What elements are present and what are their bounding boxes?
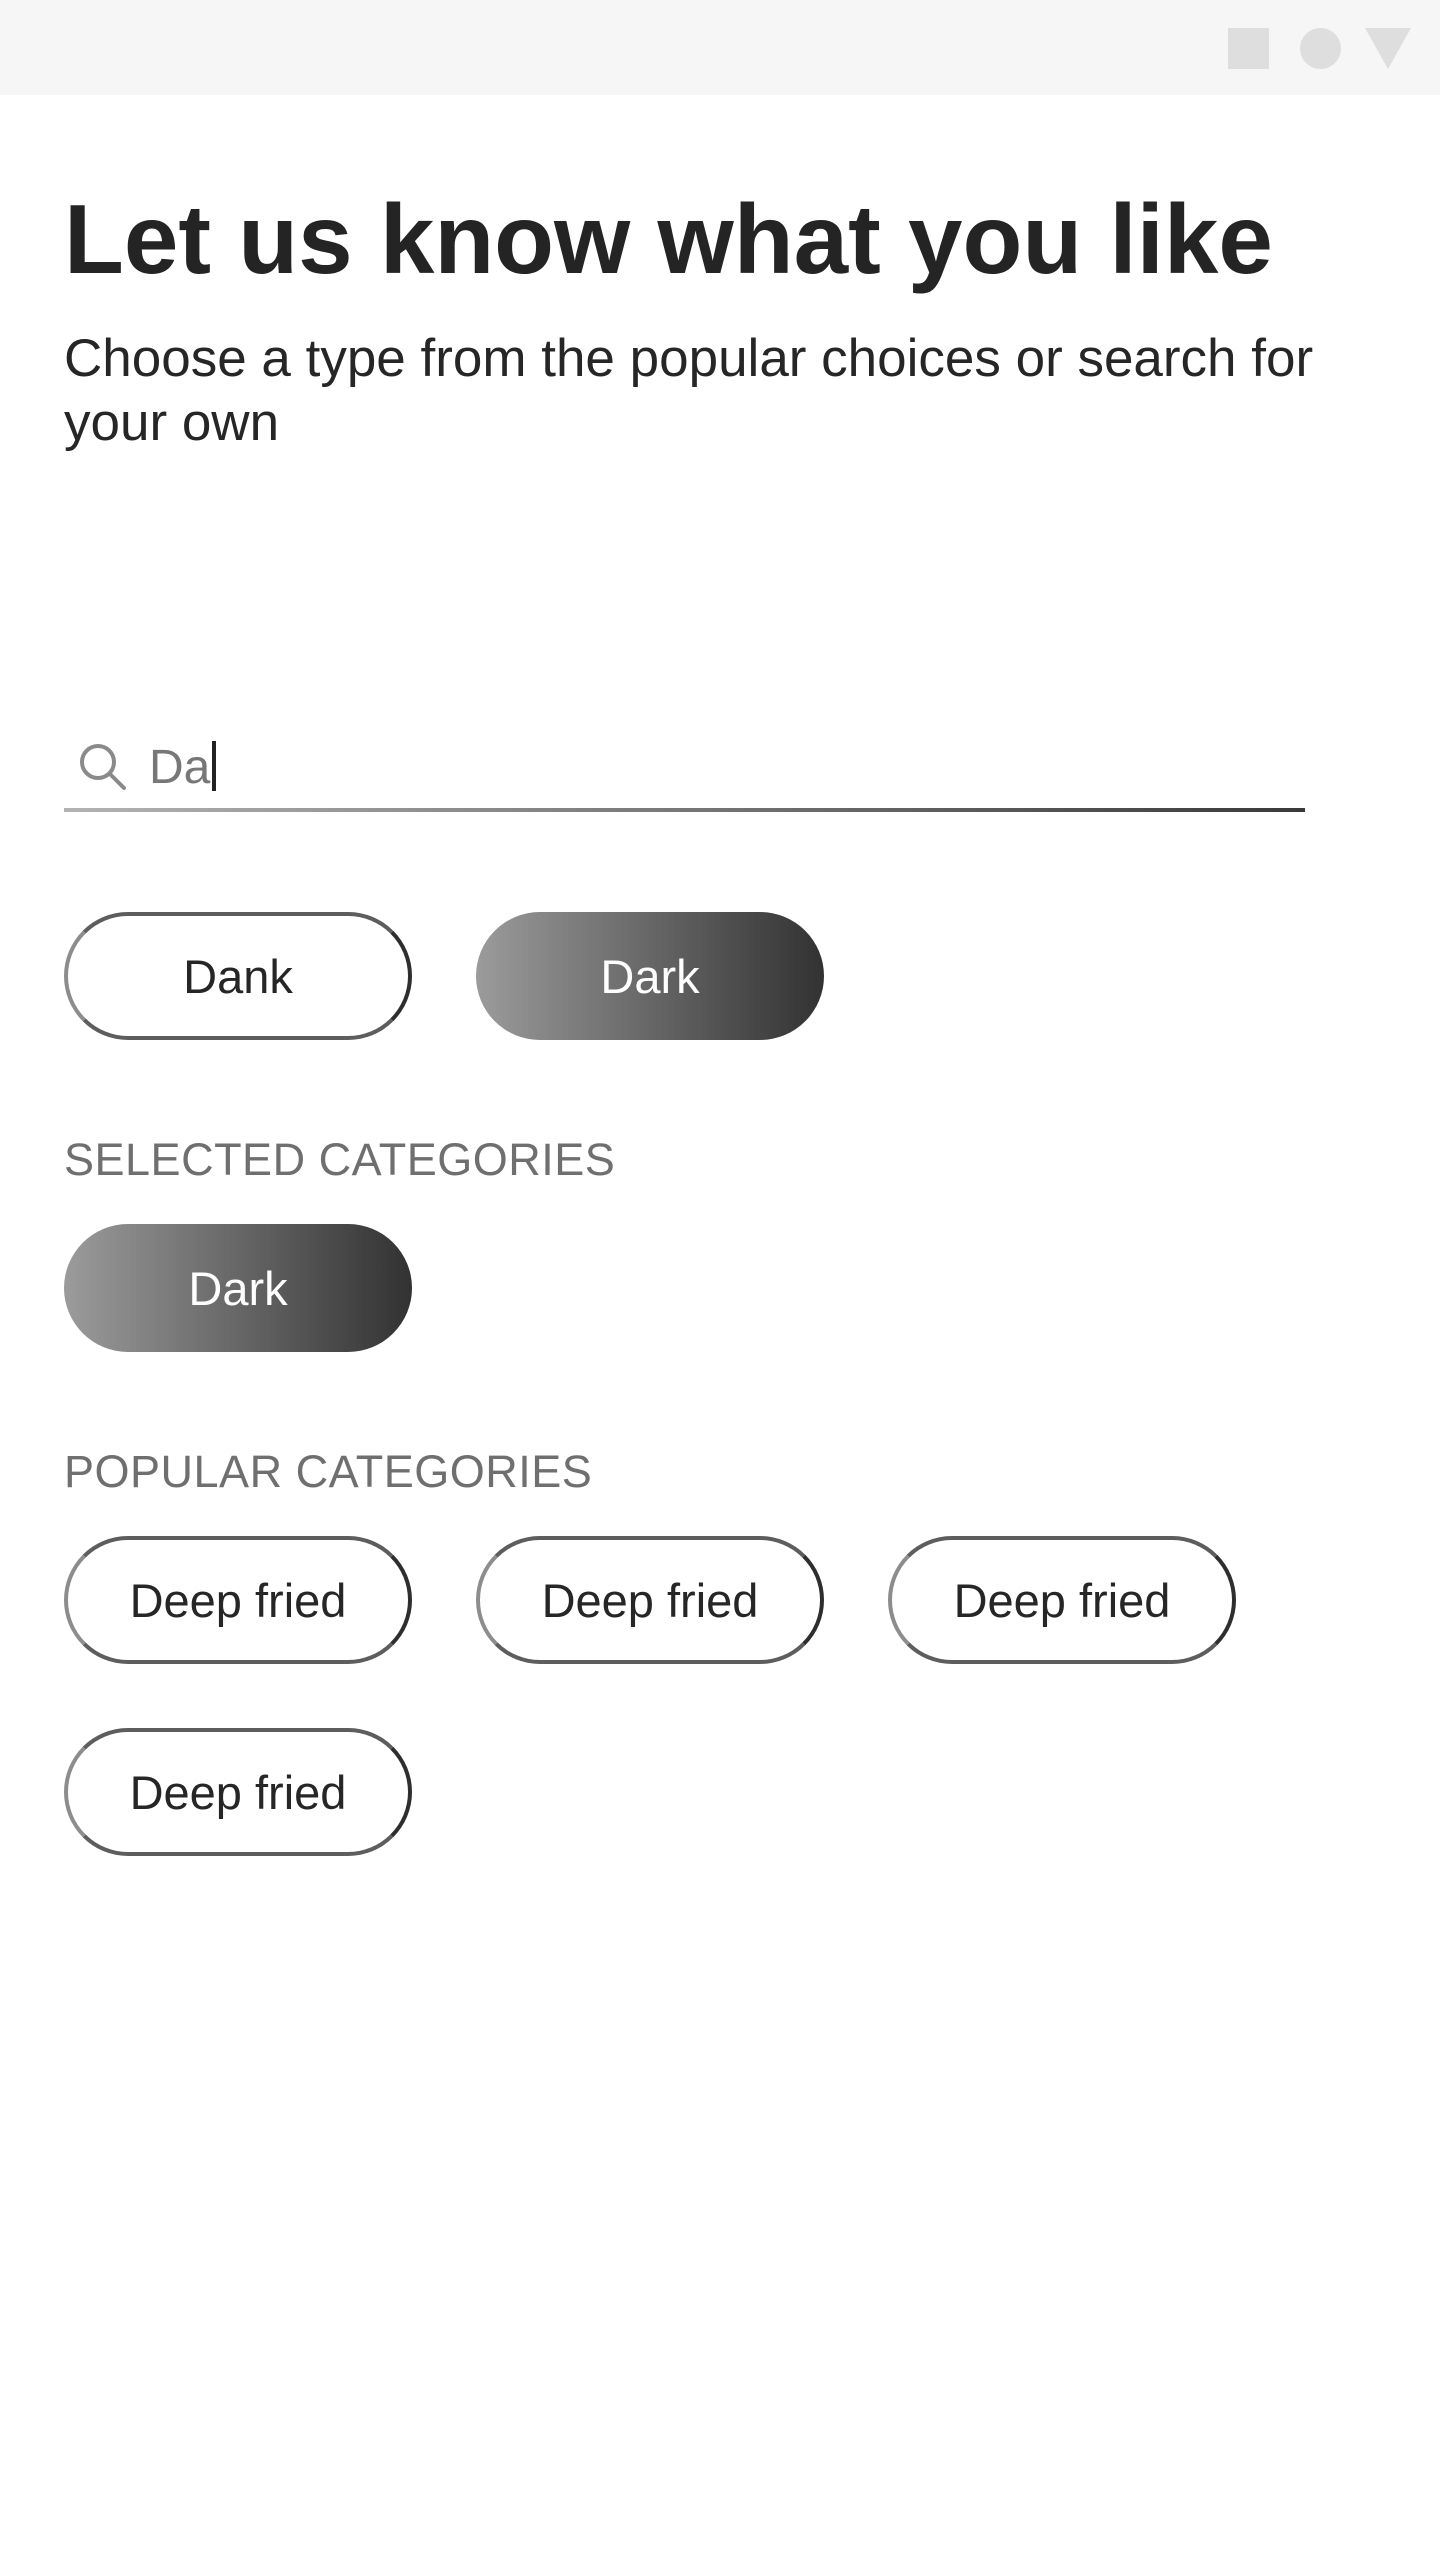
search-input-value: Da (149, 741, 211, 794)
chip-label: Deep fried (129, 1573, 347, 1627)
status-bar (0, 0, 1440, 95)
suggestion-chip-dark[interactable]: Dark (476, 912, 824, 1040)
chip-label: Dank (183, 949, 293, 1003)
search-field[interactable]: Da (64, 720, 1305, 812)
square-icon (1228, 28, 1269, 69)
selected-chip-dark[interactable]: Dark (64, 1224, 412, 1352)
text-caret (212, 741, 217, 791)
popular-chip[interactable]: Deep fried (476, 1536, 824, 1664)
chip-label: Deep fried (953, 1573, 1171, 1627)
chip-label: Deep fried (129, 1765, 347, 1819)
popular-chip[interactable]: Deep fried (64, 1536, 412, 1664)
search-underline (64, 808, 1305, 812)
search-input[interactable]: Da (149, 740, 217, 796)
suggestion-chip-dank[interactable]: Dank (64, 912, 412, 1040)
circle-icon (1300, 28, 1341, 69)
popular-chip[interactable]: Deep fried (64, 1728, 412, 1856)
page-subtitle: Choose a type from the popular choices o… (64, 329, 1314, 452)
triangle-icon (1365, 28, 1411, 69)
popular-categories-heading: POPULAR CATEGORIES (64, 1446, 593, 1497)
chip-label: Dark (188, 1261, 288, 1315)
page-title: Let us know what you like (64, 184, 1273, 294)
selected-categories-heading: SELECTED CATEGORIES (64, 1134, 616, 1185)
chip-label: Dark (600, 949, 700, 1003)
chip-label: Deep fried (541, 1573, 759, 1627)
search-icon (80, 744, 126, 790)
popular-chip[interactable]: Deep fried (888, 1536, 1236, 1664)
